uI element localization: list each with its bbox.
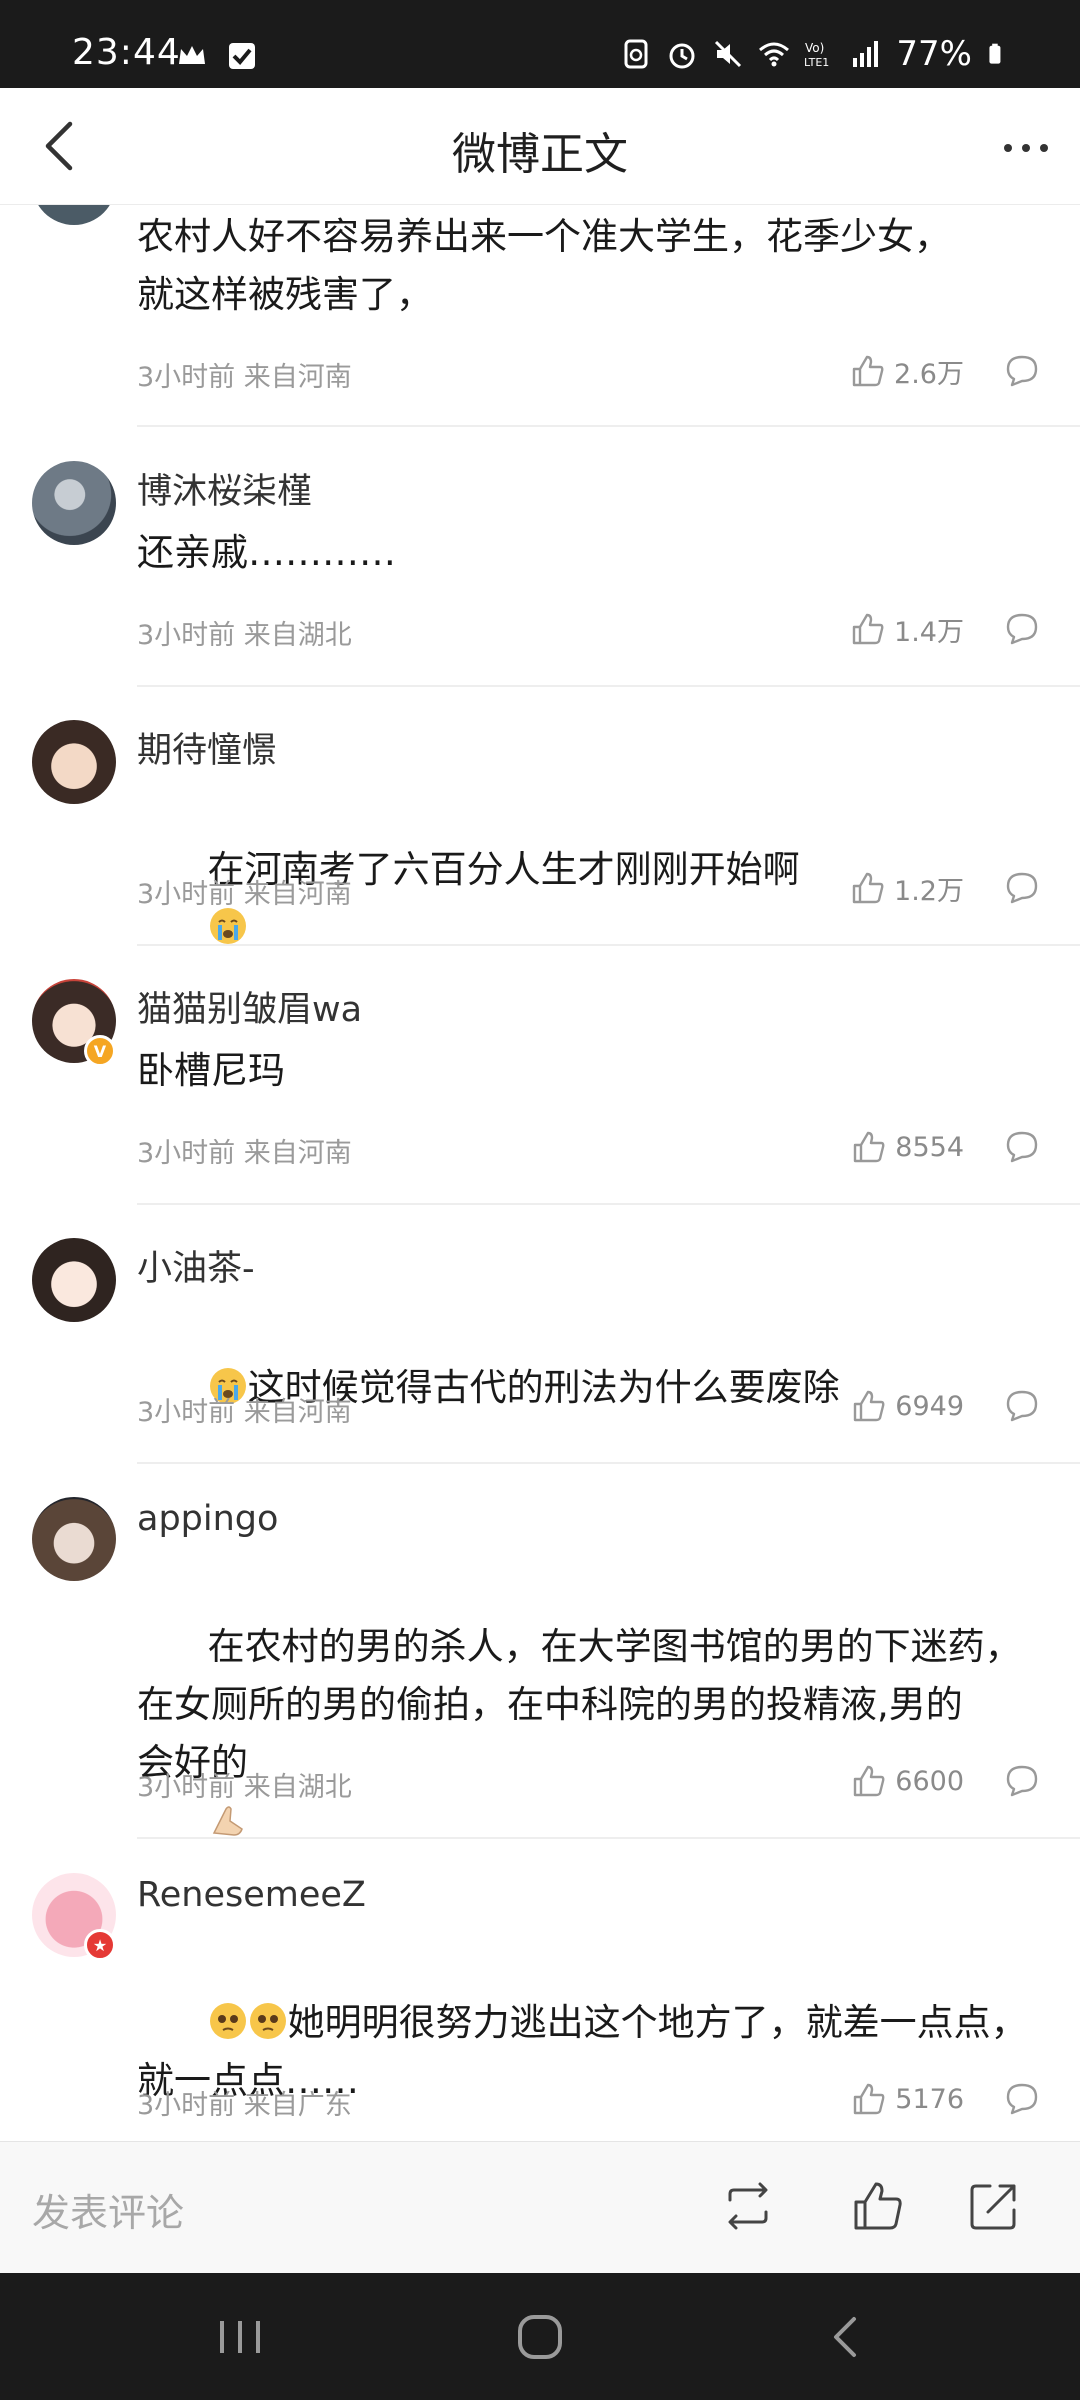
reply-icon[interactable] (1002, 351, 1042, 391)
crying-emoji (209, 908, 246, 944)
like-count: 8554 (895, 1131, 964, 1163)
avatar[interactable] (32, 1497, 116, 1581)
repost-icon[interactable] (720, 2178, 776, 2234)
battery-percent: 77% (896, 34, 972, 74)
avatar[interactable] (32, 1238, 116, 1322)
thumbs-up-icon (854, 1390, 885, 1422)
comment-text: 还亲戚………… (137, 531, 396, 574)
comment-item: appingo 在农村的男的杀人，在大学图书馆的男的下迷药， 在女厕所的男的偷拍… (0, 1463, 1080, 1839)
thumbs-up-icon (854, 1131, 885, 1163)
comment-meta: 3小时前 来自河南 (137, 1397, 352, 1428)
like-count: 1.4万 (894, 616, 964, 648)
comment-text: 农村人好不容易养出来一个准大学生，花季少女， 就这样被残害了， (137, 215, 951, 316)
like-count: 2.6万 (894, 358, 964, 390)
reply-icon[interactable] (1002, 1127, 1042, 1167)
like-count: 6949 (895, 1390, 964, 1422)
page-title: 微博正文 (452, 129, 628, 180)
pleading-face-emoji (209, 2003, 246, 2039)
like-button[interactable]: 5176 (851, 2081, 964, 2117)
comment-meta: 3小时前 来自湖北 (137, 620, 352, 651)
more-dots-icon[interactable] (992, 114, 1060, 182)
username[interactable]: 猫猫别皱眉wa (137, 981, 362, 1032)
comment-meta: 3小时前 来自广东 (137, 2090, 352, 2121)
wifi-icon (759, 42, 790, 67)
like-icon[interactable] (850, 2178, 906, 2234)
like-count: 1.2万 (894, 875, 964, 907)
like-button[interactable]: 6600 (851, 1763, 964, 1799)
comment-meta: 3小时前 来自河南 (137, 879, 352, 910)
like-button[interactable]: 1.2万 (850, 869, 964, 908)
status-bar: 23:44 Vo) LTE1 77% (0, 0, 1080, 88)
comment-list: 农村人好不容易养出来一个准大学生，花季少女， 就这样被残害了， 3小时前 来自河… (0, 205, 1080, 2141)
like-button[interactable]: 2.6万 (850, 352, 964, 391)
red-badge: ★ (84, 1929, 116, 1961)
avatar[interactable] (32, 461, 116, 545)
thumbs-up-icon (854, 2083, 885, 2115)
avatar[interactable] (32, 205, 116, 225)
praying-hands-emoji (212, 1806, 243, 1836)
recent-apps-icon[interactable] (212, 2309, 268, 2365)
reply-icon[interactable] (1002, 1386, 1042, 1426)
status-time: 23:44 (72, 32, 181, 73)
battery-icon (989, 43, 1001, 64)
comment-item: 博沐桜柒槿 还亲戚………… 3小时前 来自湖北 1.4万 (0, 427, 1080, 687)
verified-badge: V (84, 1035, 116, 1067)
system-nav-bar (0, 2273, 1080, 2400)
crown-icon (179, 46, 205, 64)
comment-input[interactable]: 发表评论 (32, 2182, 184, 2237)
comment-text: 卧槽尼玛 (137, 1049, 285, 1092)
comment-item: 农村人好不容易养出来一个准大学生，花季少女， 就这样被残害了， 3小时前 来自河… (0, 205, 1080, 427)
bottom-action-bar: 发表评论 (0, 2141, 1080, 2274)
home-icon[interactable] (512, 2309, 568, 2365)
avatar[interactable] (32, 720, 116, 804)
like-button[interactable]: 8554 (851, 1129, 964, 1165)
comment-item: V 猫猫别皱眉wa 卧槽尼玛 3小时前 来自河南 8554 (0, 945, 1080, 1205)
reply-icon[interactable] (1002, 868, 1042, 908)
signal-icon (853, 41, 879, 67)
username[interactable]: RenesemeeZ (137, 1875, 366, 1915)
username[interactable]: 小油茶- (137, 1240, 255, 1291)
comment-meta: 3小时前 来自河南 (137, 362, 352, 393)
username[interactable]: 博沐桜柒槿 (137, 463, 312, 514)
share-icon[interactable] (966, 2178, 1022, 2234)
reply-icon[interactable] (1002, 609, 1042, 649)
thumbs-up-icon (852, 355, 884, 387)
thumbs-up-icon (854, 1765, 885, 1797)
alarm-icon (669, 43, 695, 69)
comment-item: 小油茶- 这时候觉得古代的刑法为什么要废除 3小时前 来自河南 6949 (0, 1204, 1080, 1464)
mute-icon (715, 40, 742, 68)
reply-icon[interactable] (1002, 2079, 1042, 2119)
back-icon[interactable] (818, 2309, 874, 2365)
checkbox-icon (229, 43, 255, 69)
thumbs-up-icon (852, 613, 884, 645)
comment-item: 期待憧憬 在河南考了六百分人生才刚刚开始啊 3小时前 来自河南 1.2万 (0, 686, 1080, 946)
svg-text:Vo): Vo) (805, 41, 824, 55)
username[interactable]: 期待憧憬 (137, 722, 277, 773)
like-button[interactable]: 6949 (851, 1388, 964, 1424)
comment-meta: 3小时前 来自湖北 (137, 1772, 352, 1803)
svg-text:LTE1: LTE1 (804, 56, 829, 69)
comment-item: ★ RenesemeeZ 她明明很努力逃出这个地方了，就差一点点， 就一点点……… (0, 1839, 1080, 2141)
like-count: 6600 (895, 1765, 964, 1797)
like-count: 5176 (895, 2083, 964, 2115)
volte-icon: Vo) LTE1 (804, 41, 829, 69)
recycle-icon (624, 39, 648, 69)
reply-icon[interactable] (1002, 1761, 1042, 1801)
thumbs-up-icon (852, 872, 884, 904)
pleading-face-emoji (249, 2003, 286, 2039)
top-nav-bar: 微博正文 (0, 88, 1080, 205)
comment-meta: 3小时前 来自河南 (137, 1138, 352, 1169)
username[interactable]: appingo (137, 1499, 278, 1539)
like-button[interactable]: 1.4万 (850, 610, 964, 649)
